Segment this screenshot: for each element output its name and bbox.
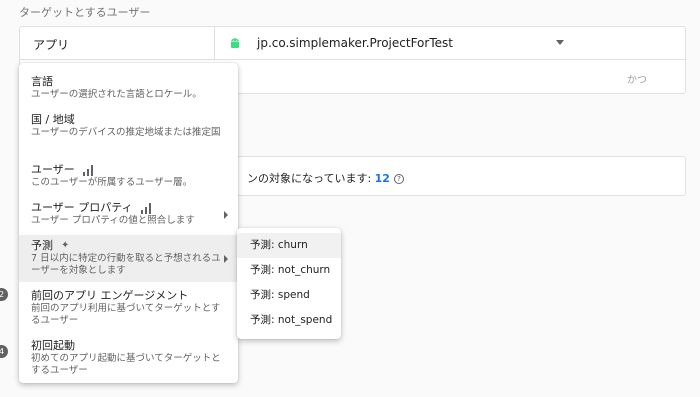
menu-item-title: ユーザー (31, 163, 75, 176)
targeting-panel: ターゲットとするユーザー アプリ jp.co.simplemaker.Proje… (0, 0, 700, 397)
condition-menu: 言語 ユーザーの選択された言語とロケール。 国 / 地域 ユーザーのデバイスの推… (19, 63, 238, 383)
app-row: アプリ jp.co.simplemaker.ProjectForTest (20, 27, 685, 60)
menu-item-title-row: 予測 ✦ (31, 239, 226, 253)
chevron-right-icon (224, 211, 228, 219)
audience-info-text: ンの対象になっています: 12? (247, 170, 404, 186)
submenu-item-churn[interactable]: 予測: churn (237, 233, 341, 258)
and-label: かつ (627, 75, 647, 86)
submenu-item-spend[interactable]: 予測: spend (237, 283, 341, 308)
app-select-value[interactable]: jp.co.simplemaker.ProjectForTest (257, 36, 453, 50)
help-icon[interactable]: ? (393, 174, 404, 184)
menu-item-desc: 初めてのアプリ起動に基づいてターゲットとするユーザー (31, 353, 221, 376)
audience-count: 12 (374, 172, 390, 185)
menu-item-title: 言語 (31, 75, 53, 88)
bar-chart-icon (140, 202, 152, 214)
menu-item-desc: 前回のアプリ利用に基づいてターゲットとするユーザー (31, 303, 221, 326)
menu-item-title: 初回起動 (31, 339, 75, 352)
menu-item-first-open[interactable]: 初回起動 初めてのアプリ起動に基づいてターゲットとするユーザー (19, 339, 238, 377)
menu-item-prediction[interactable]: 予測 ✦ 7 日以内に特定の行動を取ると予想されるユーザーを対象とします (19, 235, 238, 282)
prediction-submenu: 予測: churn 予測: not_churn 予測: spend 予測: no… (237, 228, 341, 339)
step-badge: 2 (0, 288, 8, 301)
android-icon (231, 38, 239, 48)
menu-item-title: 予測 (31, 239, 53, 252)
section-title: ターゲットとするユーザー (19, 6, 151, 19)
menu-item-title: ユーザー プロパティ (31, 201, 133, 214)
menu-item-title-row: ユーザー プロパティ (31, 201, 226, 215)
audience-info-label: ンの対象になっています: (247, 172, 375, 185)
menu-item-last-engagement[interactable]: 前回のアプリ エンゲージメント 前回のアプリ利用に基づいてターゲットとするユーザ… (19, 289, 238, 327)
menu-item-desc: このユーザーが所属するユーザー層。 (31, 177, 193, 188)
step-badge: 4 (0, 345, 8, 358)
menu-item-title: 国 / 地域 (31, 113, 75, 126)
audience-info: ンの対象になっています: 12? (228, 156, 686, 196)
menu-item-user-property[interactable]: ユーザー プロパティ ユーザー プロパティの値と照合します (19, 201, 238, 227)
app-label: アプリ (33, 38, 70, 52)
menu-item-desc: ユーザーのデバイスの推定地域または推定国 (31, 127, 221, 138)
submenu-item-not-churn[interactable]: 予測: not_churn (237, 258, 341, 283)
menu-item-title: 前回のアプリ エンゲージメント (31, 289, 189, 302)
chevron-right-icon (224, 255, 228, 263)
menu-item-country[interactable]: 国 / 地域 ユーザーのデバイスの推定地域または推定国 (19, 113, 238, 139)
menu-item-desc: 7 日以内に特定の行動を取ると予想されるユーザーを対象とします (31, 253, 221, 276)
menu-item-language[interactable]: 言語 ユーザーの選択された言語とロケール。 (19, 75, 238, 101)
divider (214, 27, 215, 60)
menu-item-user[interactable]: ユーザー このユーザーが所属するユーザー層。 (19, 163, 238, 189)
submenu-item-not-spend[interactable]: 予測: not_spend (237, 308, 341, 333)
menu-item-desc: ユーザー プロパティの値と照合します (31, 215, 195, 226)
dropdown-caret-icon[interactable] (556, 40, 564, 45)
bar-chart-icon (82, 164, 94, 176)
magic-wand-icon: ✦ (61, 240, 70, 251)
menu-item-desc: ユーザーの選択された言語とロケール。 (31, 89, 202, 100)
menu-item-title-row: ユーザー (31, 163, 226, 177)
